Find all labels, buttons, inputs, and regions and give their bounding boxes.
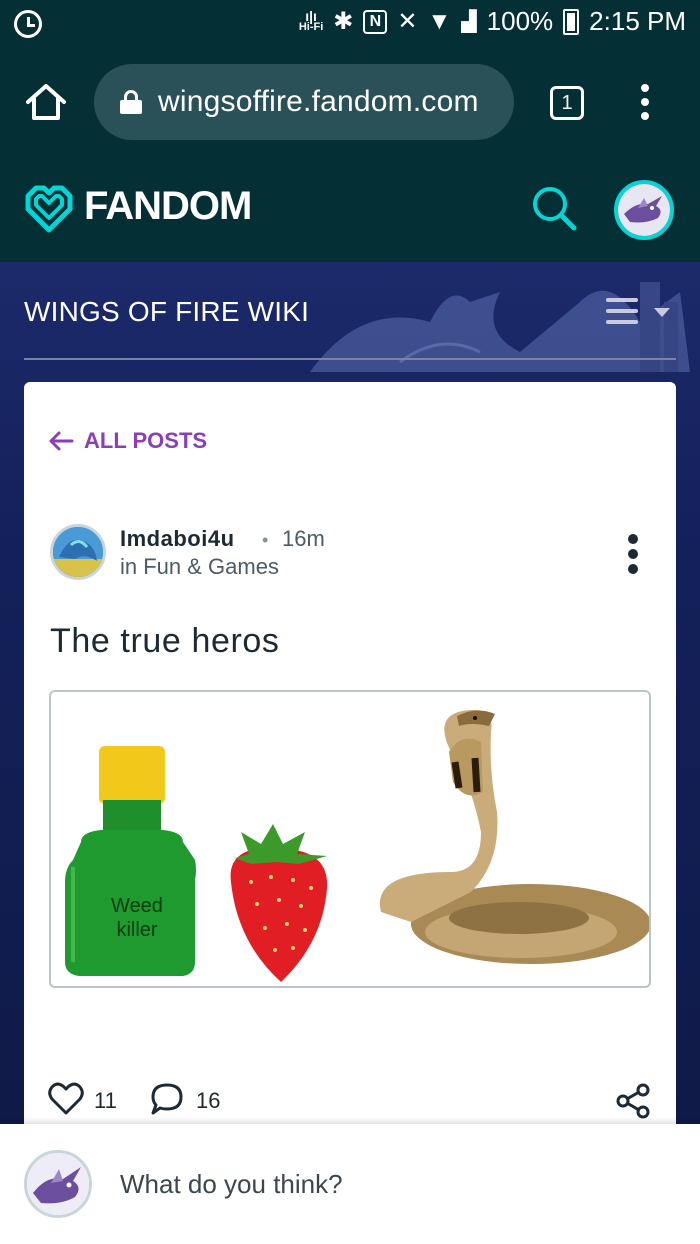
post-image-art: Weed killer	[65, 709, 649, 982]
wiki-title[interactable]: WINGS OF FIRE WIKI	[24, 296, 309, 328]
alarm-clock-icon	[14, 10, 42, 38]
bluetooth-icon: ✱	[333, 8, 354, 35]
post-options-icon[interactable]	[628, 534, 638, 574]
nfc-icon: N	[363, 9, 388, 34]
all-posts-link[interactable]: ALL POSTS	[48, 428, 207, 454]
meta-separator: •	[262, 530, 269, 550]
status-indicators: ı|ı Hi-Fi ✱ N ✕ ▼ ▟ 100% 2:15 PM	[299, 6, 686, 37]
tabs-switcher-button[interactable]: 1	[550, 86, 584, 120]
search-icon[interactable]	[530, 184, 578, 232]
fandom-heart-logo-icon[interactable]	[22, 182, 76, 236]
post-actions: 11 16	[48, 1082, 652, 1122]
hifi-icon: ı|ı Hi-Fi	[298, 8, 324, 33]
author-avatar[interactable]	[50, 524, 106, 580]
user-avatar[interactable]	[614, 180, 674, 240]
like-count: 11	[94, 1088, 117, 1113]
weed-killer-bottle: Weed killer	[65, 746, 196, 976]
status-time: 2:15 PM	[589, 6, 686, 36]
bottle-label-line2: killer	[116, 919, 157, 941]
battery-icon	[563, 8, 580, 35]
wifi-icon: ▼	[427, 7, 452, 35]
heart-icon[interactable]	[48, 1082, 84, 1116]
signal-icon: ▟	[461, 11, 477, 33]
comment-bar	[0, 1124, 700, 1244]
author-dragon-icon	[53, 527, 103, 577]
comment-count: 16	[196, 1088, 221, 1113]
banner-divider	[24, 358, 676, 360]
nfc-label: N	[369, 12, 382, 30]
comment-bubble-icon[interactable]	[150, 1082, 184, 1116]
mute-icon: ✕	[397, 8, 418, 35]
browser-toolbar: wingsoffire.fandom.com 1	[0, 48, 700, 154]
arrow-left-icon	[49, 431, 74, 451]
fandom-header: FANDOM	[0, 154, 700, 262]
browser-menu-icon[interactable]	[640, 84, 650, 120]
post-image[interactable]: Weed killer	[49, 690, 651, 988]
cobra-snake	[379, 709, 649, 964]
tab-count: 1	[561, 91, 573, 114]
address-bar[interactable]: wingsoffire.fandom.com	[94, 64, 514, 140]
status-bar: ı|ı Hi-Fi ✱ N ✕ ▼ ▟ 100% 2:15 PM	[0, 0, 700, 48]
lock-icon	[120, 90, 142, 114]
post-card: ALL POSTS Imdaboi4u • 16m in Fun & Games…	[24, 382, 676, 1142]
wiki-menu-button[interactable]	[606, 296, 670, 326]
share-icon[interactable]	[614, 1082, 652, 1120]
hifi-label: Hi-Fi	[298, 21, 324, 33]
url-text: wingsoffire.fandom.com	[158, 85, 479, 118]
post-time: 16m	[282, 526, 325, 551]
all-posts-label: ALL POSTS	[84, 428, 208, 453]
dragon-avatar-icon	[27, 1153, 89, 1215]
battery-percent: 100%	[486, 6, 554, 36]
fandom-wordmark[interactable]: FANDOM	[84, 184, 252, 229]
home-icon[interactable]	[24, 82, 68, 122]
bottle-label-line1: Weed	[111, 895, 163, 917]
caret-down-icon	[654, 308, 670, 317]
comment-input[interactable]	[110, 1162, 670, 1206]
post-title: The true heros	[50, 622, 280, 660]
dragon-avatar-icon	[618, 184, 670, 236]
strawberry	[230, 824, 328, 982]
current-user-avatar	[24, 1150, 92, 1218]
post-category[interactable]: in Fun & Games	[120, 554, 279, 580]
author-name[interactable]: Imdaboi4u	[120, 526, 235, 552]
